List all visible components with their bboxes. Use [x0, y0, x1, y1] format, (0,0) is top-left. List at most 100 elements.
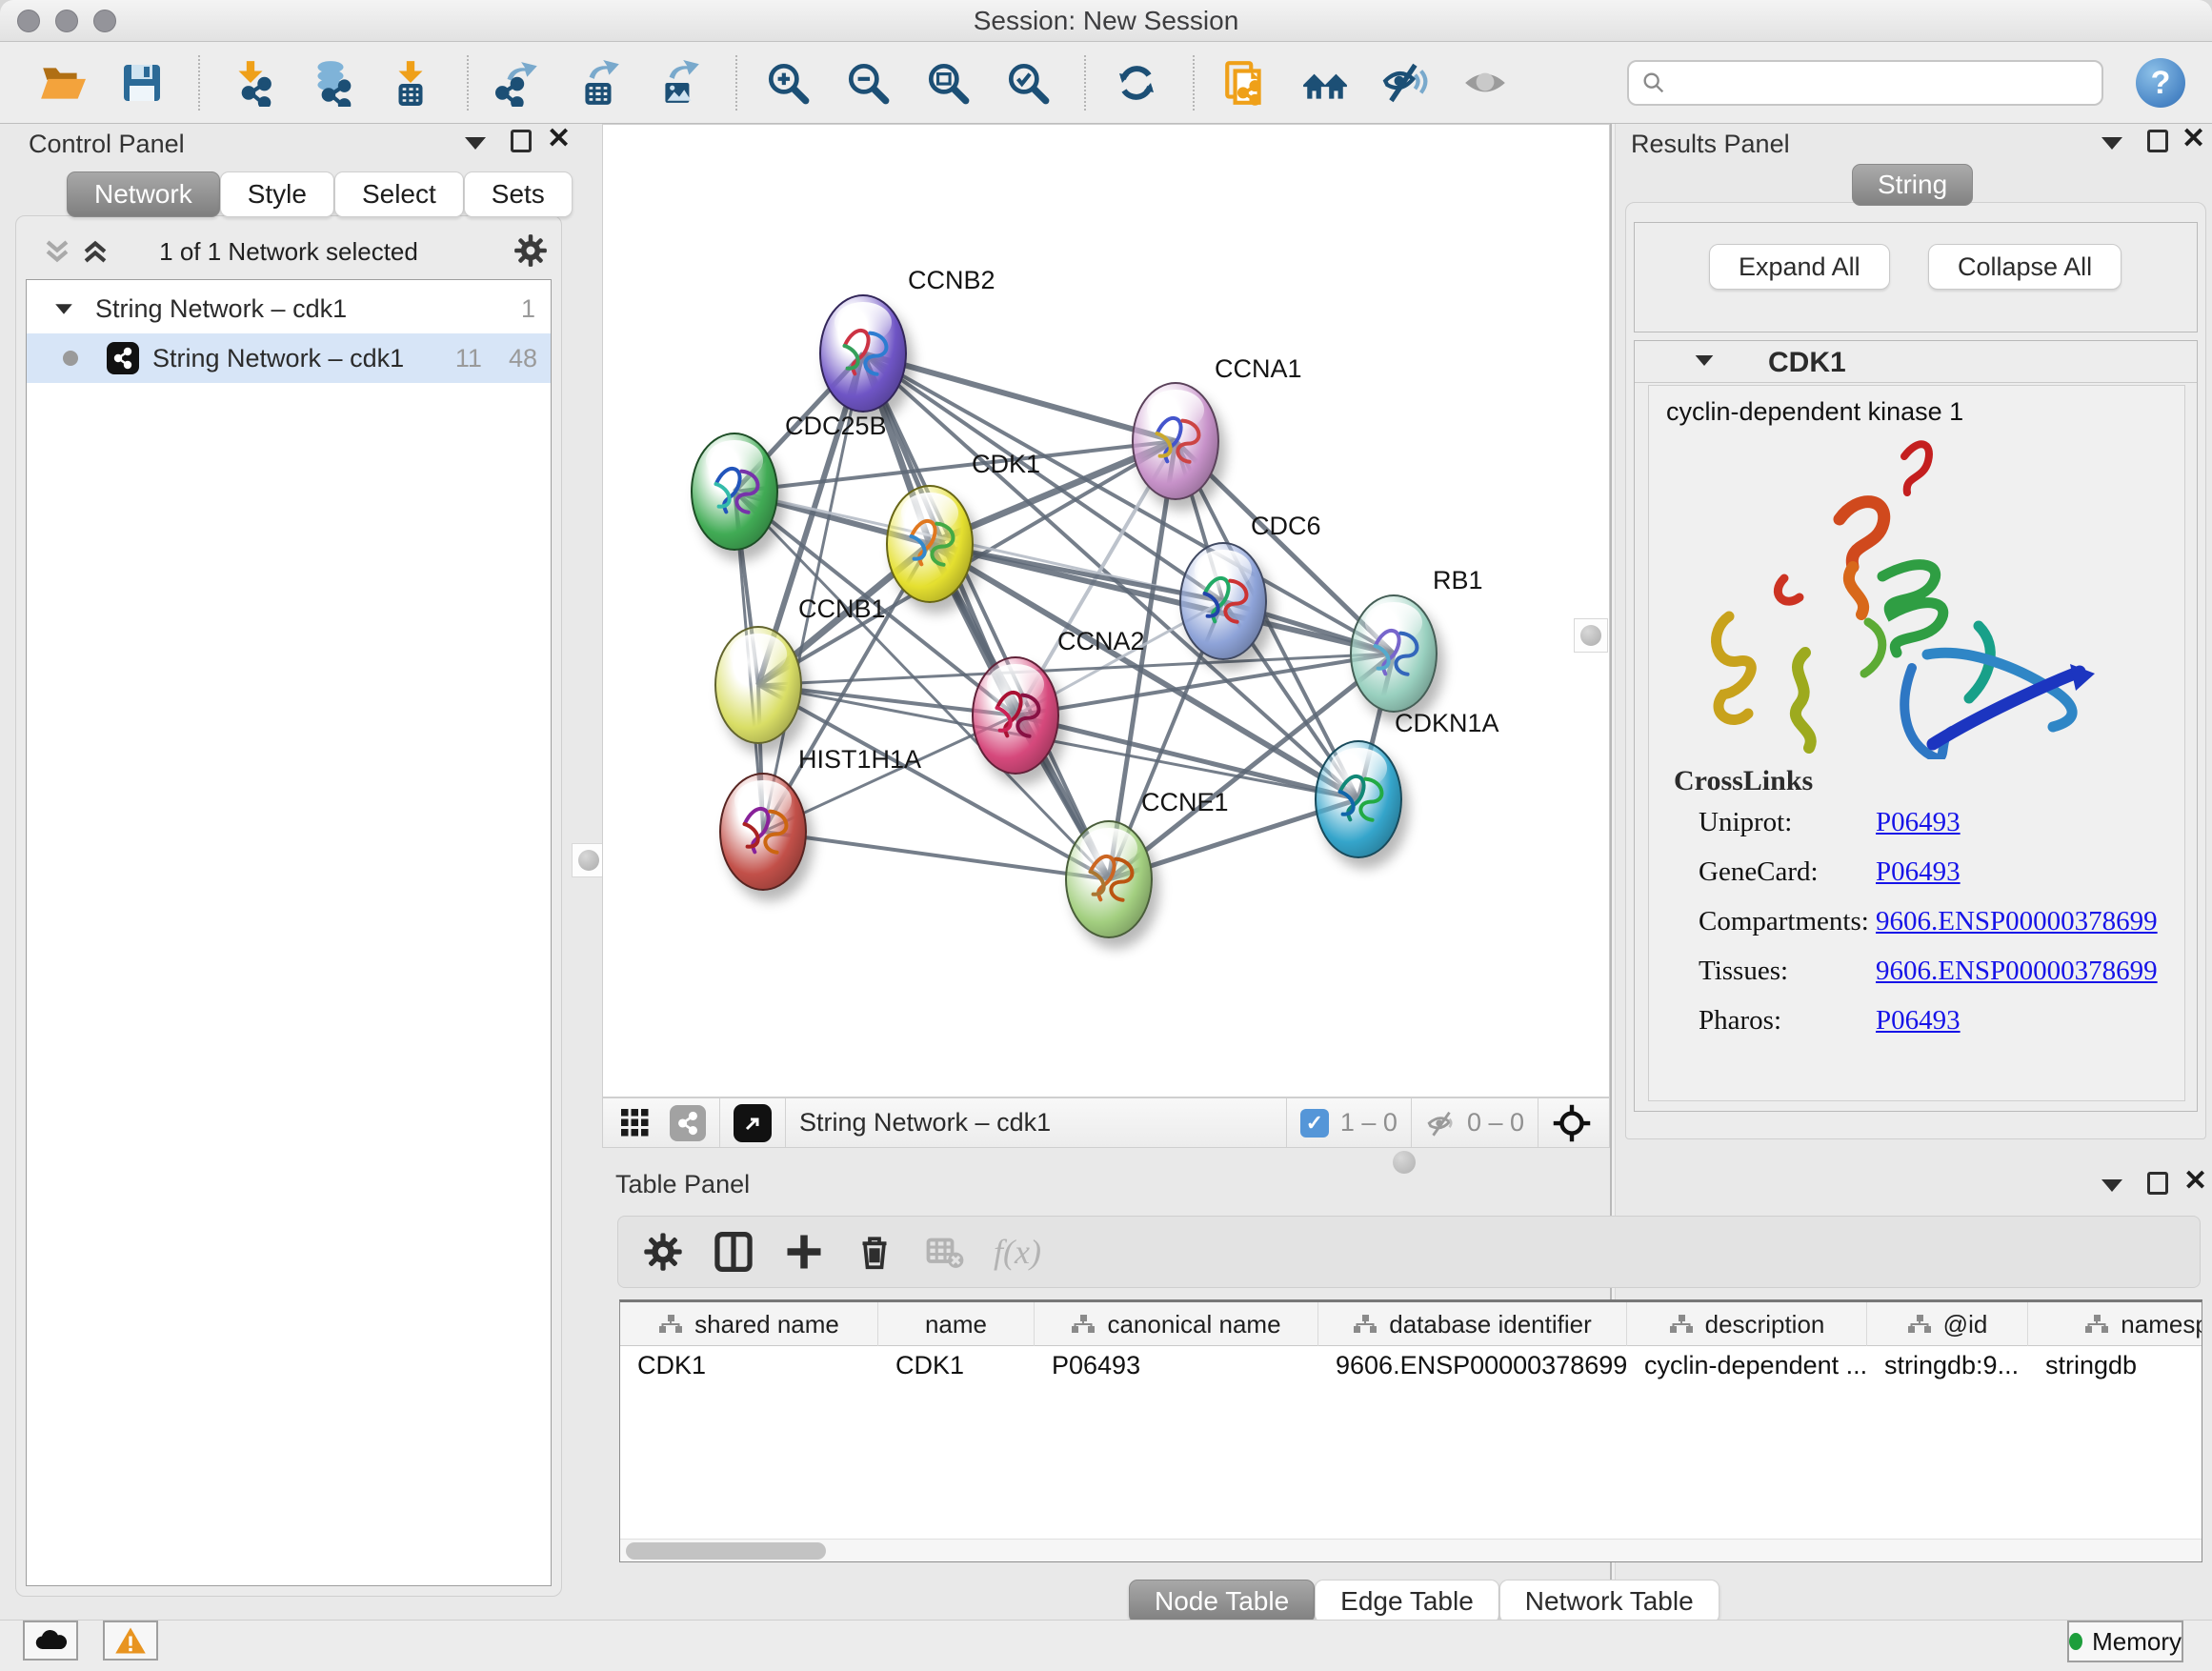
network-canvas[interactable]: CCNB2CCNA1CDC25BCDK1CDC6RB1CCNB1CCNA2CDK… [602, 124, 1610, 1097]
column-header-canonical-name[interactable]: canonical name [1035, 1302, 1318, 1346]
tab-node-table[interactable]: Node Table [1129, 1580, 1315, 1623]
left-splitter-handle[interactable] [572, 843, 606, 877]
gene-details: cyclin-dependent kinase 1 [1648, 385, 2185, 1101]
import-table-file-icon[interactable] [387, 59, 434, 107]
tab-sets[interactable]: Sets [464, 171, 573, 217]
column-header-database-identifier[interactable]: database identifier [1318, 1302, 1627, 1346]
export-network-icon[interactable] [495, 59, 543, 107]
network-edge-count: 48 [509, 344, 537, 373]
node-CCNE1[interactable] [1065, 820, 1153, 938]
node-CDC6[interactable] [1179, 542, 1267, 660]
node-label-CDKN1A: CDKN1A [1395, 709, 1499, 738]
network-options-gear-icon[interactable] [513, 233, 548, 268]
column-header-description[interactable]: description [1627, 1302, 1867, 1346]
column-header-id[interactable]: @id [1867, 1302, 2028, 1346]
tab-network-table[interactable]: Network Table [1499, 1580, 1719, 1623]
crosslink-pharos-link[interactable]: P06493 [1876, 1005, 1961, 1037]
import-network-database-icon[interactable] [307, 59, 354, 107]
panel-float-icon[interactable] [511, 130, 532, 152]
fit-crosshair-icon[interactable] [1552, 1103, 1592, 1143]
tab-style[interactable]: Style [220, 171, 334, 217]
show-columns-icon[interactable] [712, 1230, 755, 1274]
node-CDK1[interactable] [886, 485, 974, 603]
cell-database-identifier[interactable]: 9606.ENSP00000378699 [1318, 1346, 1627, 1384]
table-horizontal-scrollbar[interactable] [620, 1539, 2202, 1561]
crosslink-tissues-link[interactable]: 9606.ENSP00000378699 [1876, 956, 2158, 987]
zoom-fit-icon[interactable] [924, 59, 972, 107]
help-icon[interactable]: ? [2136, 58, 2185, 108]
panel-menu-icon[interactable] [2101, 137, 2122, 150]
column-label: shared name [694, 1310, 839, 1339]
memory-button[interactable]: Memory [2067, 1621, 2183, 1662]
crosslink-row: Pharos:P06493 [1649, 1005, 2184, 1055]
network-collection-row[interactable]: String Network – cdk1 1 [27, 284, 551, 333]
zoom-selected-icon[interactable] [1004, 59, 1052, 107]
node-CCNB1[interactable] [714, 626, 802, 744]
network-row[interactable]: String Network – cdk1 11 48 [27, 333, 551, 383]
tab-network[interactable]: Network [67, 171, 220, 217]
node-CCNA2[interactable] [972, 656, 1059, 775]
network-tree: String Network – cdk1 1 String Network –… [26, 279, 552, 1586]
cell-name[interactable]: CDK1 [878, 1346, 1035, 1384]
zoom-out-icon[interactable] [844, 59, 892, 107]
column-header-name[interactable]: name [878, 1302, 1035, 1346]
gene-collapse-icon[interactable] [1696, 355, 1714, 366]
panel-close-icon[interactable]: ✕ [547, 128, 571, 151]
open-session-icon[interactable] [38, 59, 86, 107]
node-HIST1H1A[interactable] [719, 773, 807, 891]
window-title: Session: New Session [0, 0, 2212, 42]
node-CDKN1A[interactable] [1315, 740, 1402, 858]
search-input[interactable] [1627, 60, 2103, 106]
right-splitter-handle[interactable] [1574, 618, 1608, 653]
collapse-all-button[interactable]: Collapse All [1928, 244, 2122, 290]
tab-string[interactable]: String [1852, 164, 1973, 206]
panel-float-icon[interactable] [2147, 1172, 2168, 1195]
crosslink-compartments-link[interactable]: 9606.ENSP00000378699 [1876, 906, 2158, 937]
panel-close-icon[interactable]: ✕ [2182, 128, 2205, 151]
zoom-in-icon[interactable] [764, 59, 812, 107]
table-row[interactable]: CDK1CDK1P064939606.ENSP00000378699cyclin… [620, 1346, 2202, 1384]
cell-canonical-name[interactable]: P06493 [1035, 1346, 1318, 1384]
column-header-shared-name[interactable]: shared name [620, 1302, 878, 1346]
panel-menu-icon[interactable] [465, 137, 486, 150]
cell-id[interactable]: stringdb:9... [1867, 1346, 2028, 1384]
panel-menu-icon[interactable] [2101, 1179, 2122, 1192]
crosslink-genecard-link[interactable]: P06493 [1876, 856, 1961, 888]
column-header-namespace[interactable]: namespace [2028, 1302, 2202, 1346]
delete-column-icon[interactable] [853, 1230, 896, 1274]
add-column-icon[interactable] [782, 1230, 826, 1274]
node-CDC25B[interactable] [691, 433, 778, 551]
save-session-icon[interactable] [118, 59, 166, 107]
home-views-icon[interactable] [1301, 59, 1349, 107]
detach-view-icon[interactable] [734, 1104, 772, 1142]
grid-view-icon[interactable] [618, 1106, 653, 1140]
tab-edge-table[interactable]: Edge Table [1315, 1580, 1499, 1623]
tab-select[interactable]: Select [334, 171, 464, 217]
cell-shared-name[interactable]: CDK1 [620, 1346, 878, 1384]
cell-description[interactable]: cyclin-dependent ... [1627, 1346, 1867, 1384]
show-details-icon[interactable] [1461, 59, 1509, 107]
warnings-button[interactable] [103, 1621, 158, 1661]
refresh-layout-icon[interactable] [1113, 59, 1160, 107]
network-birdseye-share-icon[interactable] [670, 1105, 706, 1141]
node-CCNA1[interactable] [1132, 382, 1219, 500]
export-table-icon[interactable] [575, 59, 623, 107]
panel-float-icon[interactable] [2147, 130, 2168, 152]
hide-details-icon[interactable] [1381, 59, 1429, 107]
node-CCNB2[interactable] [819, 294, 907, 413]
cloud-status-button[interactable] [23, 1621, 78, 1661]
collection-expand-icon[interactable] [55, 304, 72, 313]
cell-namespace[interactable]: stringdb [2028, 1346, 2202, 1384]
expand-all-button[interactable]: Expand All [1709, 244, 1890, 290]
scrollbar-thumb[interactable] [626, 1542, 826, 1560]
import-network-file-icon[interactable] [227, 59, 274, 107]
panel-close-icon[interactable]: ✕ [2183, 1170, 2207, 1193]
node-RB1[interactable] [1350, 594, 1438, 713]
export-image-icon[interactable] [655, 59, 703, 107]
table-panel: Table Panel ✕ f(x) shared namenamecanoni… [572, 1153, 2212, 1620]
selected-checkbox-icon[interactable]: ✓ [1300, 1109, 1329, 1137]
table-options-gear-icon[interactable] [641, 1230, 685, 1274]
crosslink-uniprot-link[interactable]: P06493 [1876, 807, 1961, 838]
gene-section-header[interactable]: CDK1 [1635, 341, 2197, 383]
clone-network-icon[interactable] [1221, 59, 1269, 107]
